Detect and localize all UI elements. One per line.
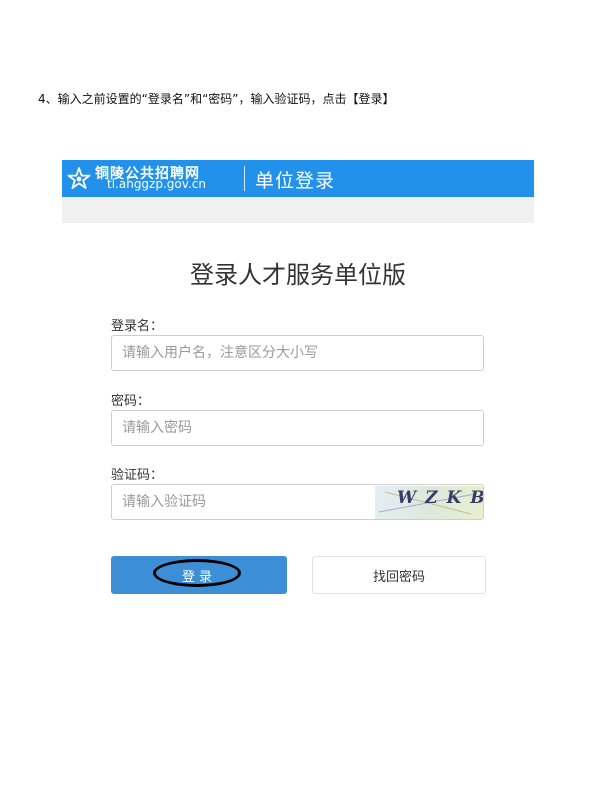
forgot-password-button[interactable]: 找回密码 [312, 556, 486, 594]
username-input[interactable] [111, 335, 484, 371]
login-button[interactable]: 登录 [111, 556, 287, 594]
login-panel: 登录人才服务单位版 登录名： 密码： 验证码： WZKB 登录 找回密码 [62, 223, 534, 606]
login-button-label: 登录 [181, 569, 216, 585]
site-header: 铜陵公共招聘网 tl.ahggzp.gov.cn 单位登录 [62, 160, 534, 197]
page-title: 单位登录 [255, 170, 336, 192]
star-emblem-icon [67, 167, 91, 189]
login-panel-title: 登录人才服务单位版 [190, 261, 406, 289]
captcha-label: 验证码： [111, 468, 164, 483]
sub-header-bar [62, 197, 534, 223]
header-divider [244, 166, 245, 191]
site-logo-domain: tl.ahggzp.gov.cn [107, 177, 206, 191]
username-label: 登录名： [111, 319, 164, 334]
instruction-text: 4、输入之前设置的“登录名”和“密码”，输入验证码，点击【登录】 [38, 92, 395, 106]
password-label: 密码： [111, 394, 151, 409]
login-page-screenshot: 铜陵公共招聘网 tl.ahggzp.gov.cn 单位登录 登录人才服务单位版 … [62, 160, 534, 606]
captcha-code: WZKB [397, 488, 483, 508]
captcha-image[interactable]: WZKB [375, 486, 483, 519]
password-input[interactable] [111, 410, 484, 446]
